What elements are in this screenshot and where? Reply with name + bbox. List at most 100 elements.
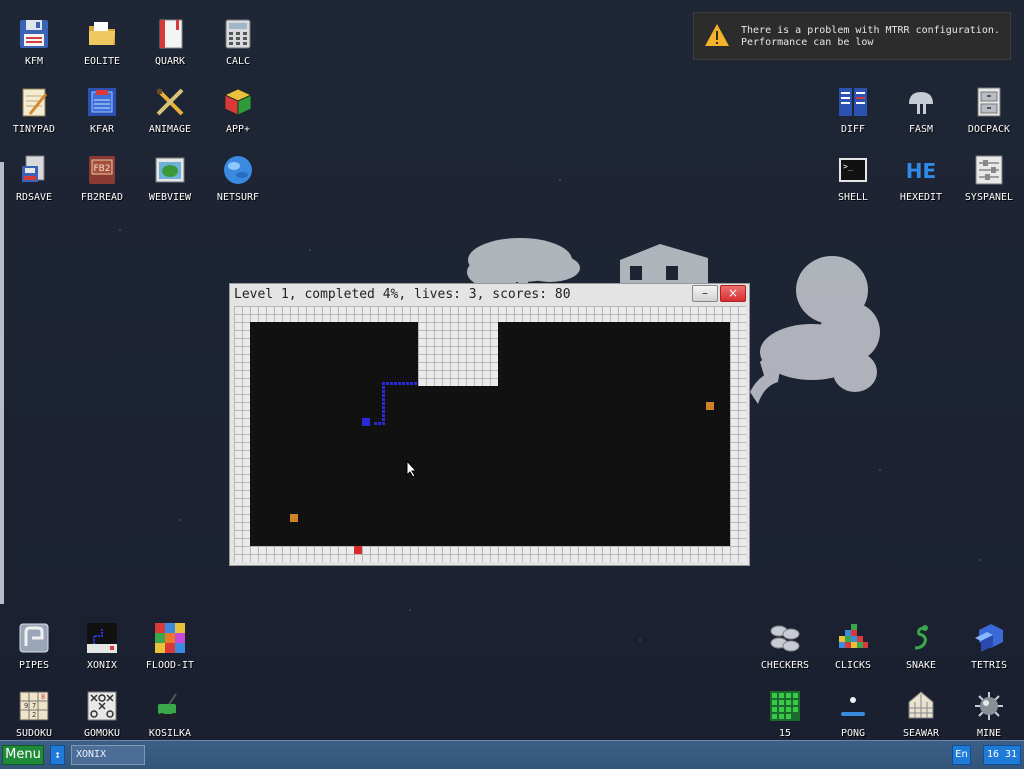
svg-text:FB2: FB2 — [93, 164, 110, 174]
open-sea-area — [250, 322, 730, 546]
desktop-icon-label: TETRIS — [970, 660, 1008, 671]
notepad-icon — [22, 88, 48, 117]
desktop-icon-15[interactable]: 15 — [751, 682, 819, 740]
desktop-icon-tetris[interactable]: TETRIS — [955, 614, 1023, 674]
desktop-icon-mine[interactable]: MINE — [955, 682, 1023, 740]
notification-popup[interactable]: There is a problem with MTRR configurati… — [693, 12, 1011, 60]
desktop-icon-app-plus[interactable]: APP+ — [204, 78, 272, 138]
mouse-cursor-icon — [406, 460, 418, 478]
diff-icon — [839, 88, 867, 116]
enemy-ball — [290, 514, 298, 522]
seawar-icon — [908, 691, 934, 719]
desktop-icon-sudoku[interactable]: 9782 SUDOKU — [0, 682, 68, 740]
svg-text:HE: HE — [906, 159, 936, 183]
desktop-icon-flood-it[interactable]: FLOOD-IT — [136, 614, 204, 674]
svg-text:2: 2 — [32, 711, 36, 719]
window-title: Level 1, completed 4%, lives: 3, scores:… — [234, 287, 571, 302]
desktop-icon-checkers[interactable]: CHECKERS — [751, 614, 819, 674]
desktop-icon-kfm[interactable]: KFM — [0, 10, 68, 70]
left-edge-panel — [0, 162, 4, 604]
desktop-icon-clicks[interactable]: CLICKS — [819, 614, 887, 674]
xonix-icon — [87, 623, 117, 653]
folder-icon — [89, 22, 115, 45]
desktop-icon-eolite[interactable]: EOLITE — [68, 10, 136, 70]
terminal-icon: >_ — [839, 158, 867, 182]
gomoku-icon — [87, 691, 117, 721]
desktop-icon-label: NETSURF — [216, 192, 260, 203]
floppy-icon — [20, 20, 48, 48]
desktop-icon-netsurf[interactable]: NETSURF — [204, 146, 272, 206]
desktop-icon-snake[interactable]: SNAKE — [887, 614, 955, 674]
docpack-icon — [977, 87, 1001, 117]
clock[interactable]: 16 31 — [983, 745, 1021, 765]
desktop-icon-hexedit[interactable]: HE HEXEDIT — [887, 146, 955, 206]
land-enemy — [354, 546, 362, 554]
language-indicator[interactable]: En — [952, 745, 971, 765]
svg-text:8: 8 — [41, 693, 45, 701]
svg-text:>_: >_ — [843, 162, 853, 171]
desktop-icon-fb2read[interactable]: FB2 FB2READ — [68, 146, 136, 206]
desktop-icon-label: SYSPANEL — [964, 192, 1014, 203]
sudoku-icon: 9 78 2 — [19, 691, 49, 721]
desktop-icon-diff[interactable]: DIFF — [819, 78, 887, 138]
desktop-icon-kosilka[interactable]: KOSILKA — [136, 682, 204, 740]
desktop-icon-pipes[interactable]: PIPES — [0, 614, 68, 674]
notification-line1: There is a problem with MTRR configurati… — [741, 25, 1000, 36]
notification-line2: Performance can be low — [741, 37, 874, 48]
desktop-icon-gomoku[interactable]: GOMOKU — [68, 682, 136, 740]
desktop-icon-syspanel[interactable]: SYSPANEL — [955, 146, 1023, 206]
desktop: KFM EOLITE QUARK CALC TINYPAD KFAR ANIMA… — [0, 0, 1024, 740]
desktop-icon-calc[interactable]: CALC — [204, 10, 272, 70]
desktop-icon-xonix[interactable]: XONIX — [68, 614, 136, 674]
player-marker — [362, 418, 370, 426]
desktop-icon-docpack[interactable]: DOCPACK — [955, 78, 1023, 138]
pipes-icon — [19, 623, 49, 653]
desktop-icon-kfar[interactable]: KFAR — [68, 78, 136, 138]
desktop-icon-label: KOSILKA — [148, 728, 192, 739]
tetris-icon — [975, 624, 1003, 652]
minimize-button[interactable]: – — [692, 285, 718, 302]
svg-text:9: 9 — [24, 702, 28, 710]
warning-icon — [705, 24, 729, 46]
desktop-icon-animage[interactable]: ANIMAGE — [136, 78, 204, 138]
desktop-icon-quark[interactable]: QUARK — [136, 10, 204, 70]
desktop-icon-pong[interactable]: PONG — [819, 682, 887, 740]
desktop-icon-label: CALC — [225, 56, 251, 67]
browser-icon — [155, 157, 185, 183]
clicks-icon — [839, 624, 868, 648]
window-switch-button[interactable]: ↕ — [50, 745, 65, 765]
flood-it-icon — [155, 623, 185, 653]
pong-icon — [841, 697, 865, 716]
desktop-icon-label: DOCPACK — [967, 124, 1011, 135]
lawn-mower-icon — [158, 693, 177, 719]
game-field[interactable] — [234, 306, 746, 562]
taskbar: Menu ↕ XONIX En 16 31 — [0, 740, 1024, 769]
svg-text:7: 7 — [32, 702, 36, 710]
snake-icon — [914, 625, 928, 650]
fifteen-puzzle-icon — [770, 691, 800, 721]
globe-icon — [224, 156, 252, 184]
ramdisk-save-icon — [22, 155, 45, 182]
desktop-icon-seawar[interactable]: SEAWAR — [887, 682, 955, 740]
desktop-icon-label: FLOOD-IT — [145, 660, 195, 671]
desktop-icon-rdsave[interactable]: RDSAVE — [0, 146, 68, 206]
notebook-icon — [159, 19, 183, 49]
taskbar-item-xonix[interactable]: XONIX — [71, 745, 145, 765]
checkers-icon — [770, 625, 800, 652]
menu-button[interactable]: Menu — [2, 745, 44, 765]
desktop-icon-tinypad[interactable]: TINYPAD — [0, 78, 68, 138]
desktop-icon-fasm[interactable]: FASM — [887, 78, 955, 138]
hex-editor-icon: HE — [906, 159, 936, 183]
enemy-ball — [706, 402, 714, 410]
desktop-icon-label: MINE — [976, 728, 1002, 739]
assembler-icon — [909, 92, 933, 114]
rubik-cube-icon — [224, 88, 252, 116]
paint-tools-icon — [156, 88, 184, 116]
sliders-icon — [975, 155, 1003, 185]
xonix-window[interactable]: Level 1, completed 4%, lives: 3, scores:… — [229, 283, 750, 566]
close-button[interactable]: × — [720, 285, 746, 302]
desktop-icon-shell[interactable]: >_ SHELL — [819, 146, 887, 206]
book-icon: FB2 — [89, 156, 115, 184]
desktop-icon-webview[interactable]: WEBVIEW — [136, 146, 204, 206]
desktop-icon-label: APP+ — [225, 124, 251, 135]
